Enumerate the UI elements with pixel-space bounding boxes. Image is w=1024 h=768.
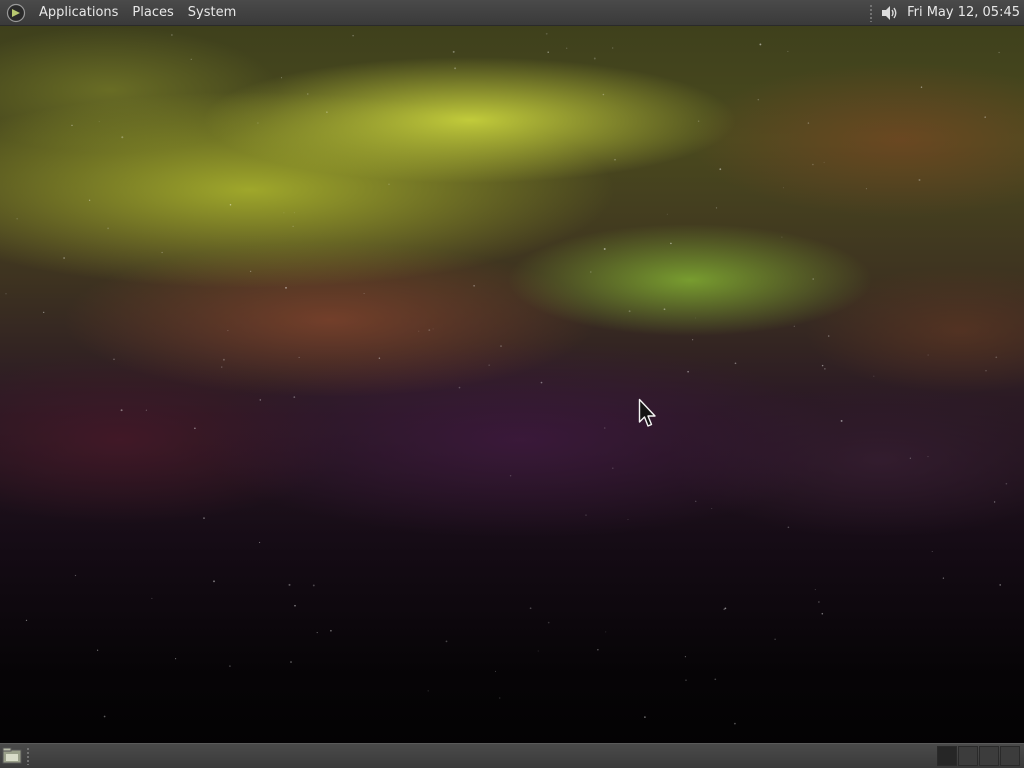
clock[interactable]: Fri May 12, 05:45 xyxy=(907,5,1024,20)
mint-logo-icon[interactable] xyxy=(6,3,26,23)
top-panel: Applications Places System Fri May 12, 0… xyxy=(0,0,1024,26)
desktop-wallpaper[interactable] xyxy=(0,0,1024,768)
panel-notification-area: Fri May 12, 05:45 xyxy=(869,0,1024,26)
workspace-4[interactable] xyxy=(1000,746,1020,766)
system-menu[interactable]: System xyxy=(181,0,243,26)
workspace-1[interactable] xyxy=(937,746,957,766)
desktop-screen: Applications Places System Fri May 12, 0… xyxy=(0,0,1024,768)
speaker-volume-icon[interactable] xyxy=(879,3,899,23)
bottom-panel xyxy=(0,743,1024,768)
workspace-3[interactable] xyxy=(979,746,999,766)
show-desktop-icon[interactable] xyxy=(2,747,22,765)
panel-grip[interactable] xyxy=(869,3,874,22)
places-menu[interactable]: Places xyxy=(125,0,180,26)
workspace-2[interactable] xyxy=(958,746,978,766)
applications-menu[interactable]: Applications xyxy=(32,0,125,26)
mouse-pointer-icon xyxy=(638,398,656,427)
panel-grip[interactable] xyxy=(26,747,30,765)
